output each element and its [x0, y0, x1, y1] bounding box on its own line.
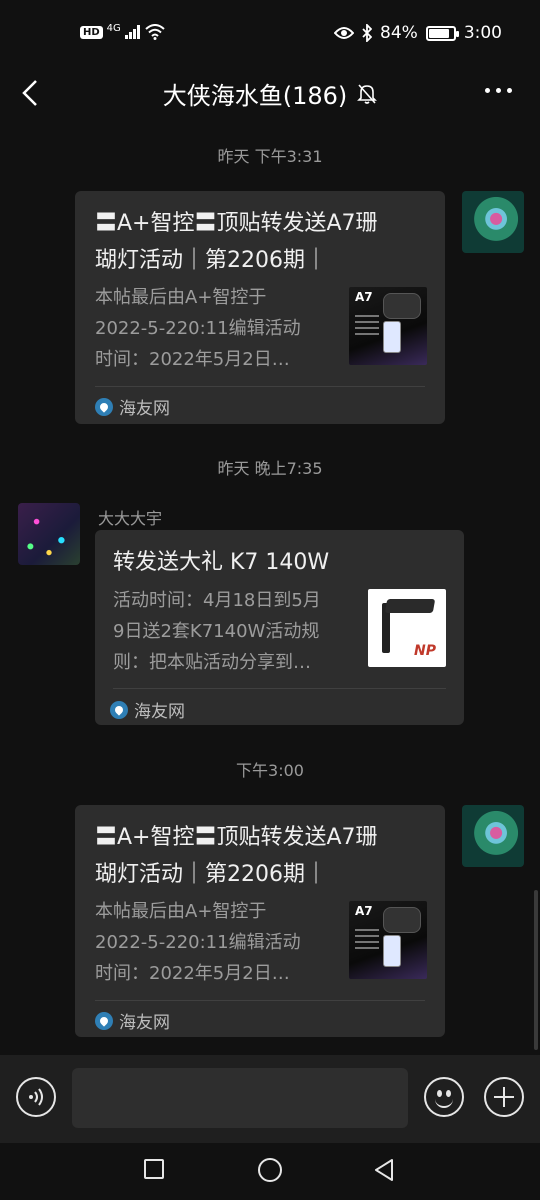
chat-header: 大侠海水鱼(186) [0, 68, 540, 118]
card-title: 转发送大礼 K7 140W [113, 550, 330, 575]
voice-icon [29, 1088, 43, 1106]
home-icon[interactable] [258, 1158, 282, 1182]
card-description: 本帖最后由A+智控于 2022-5-220:11编辑活动 时间：2022年5月2… [95, 287, 301, 370]
status-left: HD 4G [80, 22, 165, 40]
source-app-icon [95, 1011, 113, 1030]
thumbnail-label: A7 [355, 904, 373, 918]
source-app-icon [95, 397, 113, 416]
emoji-icon [435, 1099, 453, 1108]
thumbnail-label: NP [414, 643, 436, 659]
chat-title: 大侠海水鱼(186) [162, 82, 348, 110]
mute-bell-icon [357, 83, 378, 104]
message-timestamp: 昨天 晚上7:35 [217, 459, 323, 478]
emoji-button[interactable] [424, 1077, 464, 1117]
more-options-button[interactable] [485, 88, 512, 93]
message-timestamp: 下午3:00 [236, 761, 304, 780]
battery-percent: 84% [380, 23, 418, 43]
card-thumbnail: A7 [349, 901, 427, 979]
card-divider [113, 688, 446, 689]
avatar[interactable] [462, 191, 524, 253]
avatar[interactable] [462, 805, 524, 867]
battery-fill [428, 28, 449, 38]
message-input[interactable] [72, 1068, 408, 1128]
message-timestamp: 昨天 下午3:31 [217, 147, 323, 166]
system-nav-bar [0, 1143, 540, 1200]
plus-button[interactable] [484, 1077, 524, 1117]
link-card-message[interactable]: 〓A+智控〓顶贴转发送A7珊 瑚灯活动｜第2206期｜ 本帖最后由A+智控于 2… [75, 805, 445, 1037]
recent-apps-icon[interactable] [144, 1159, 164, 1179]
sender-name: 大大大宇 [98, 509, 163, 528]
more-dots-icon [485, 88, 490, 93]
link-card-message[interactable]: 转发送大礼 K7 140W 活动时间：4月18日到5月 9日送2套K7140W活… [95, 530, 464, 725]
card-thumbnail: NP [368, 589, 446, 667]
bluetooth-icon [362, 24, 373, 42]
card-description: 本帖最后由A+智控于 2022-5-220:11编辑活动 时间：2022年5月2… [95, 901, 301, 984]
card-divider [95, 1000, 425, 1001]
voice-button[interactable] [16, 1077, 56, 1117]
wifi-icon [145, 24, 165, 40]
chat-title-row: 大侠海水鱼(186) [0, 76, 540, 111]
thumbnail-label: A7 [355, 290, 373, 304]
card-source: 海友网 [95, 394, 170, 419]
card-title: 〓A+智控〓顶贴转发送A7珊 瑚灯活动｜第2206期｜ [95, 211, 378, 273]
back-icon[interactable] [372, 1157, 398, 1183]
status-right: 84% 3:00 [334, 23, 502, 43]
card-title: 〓A+智控〓顶贴转发送A7珊 瑚灯活动｜第2206期｜ [95, 825, 378, 887]
network-type: 4G [106, 22, 121, 34]
card-source: 海友网 [110, 697, 185, 722]
eye-icon [334, 27, 355, 39]
scrollbar[interactable] [534, 890, 538, 1050]
avatar[interactable] [18, 503, 80, 565]
card-divider [95, 386, 425, 387]
card-description: 活动时间：4月18日到5月 9日送2套K7140W活动规 则：把本贴活动分享到… [113, 590, 321, 673]
hd-badge: HD [80, 25, 103, 39]
source-app-icon [110, 700, 128, 719]
link-card-message[interactable]: 〓A+智控〓顶贴转发送A7珊 瑚灯活动｜第2206期｜ 本帖最后由A+智控于 2… [75, 191, 445, 424]
card-source: 海友网 [95, 1008, 170, 1033]
clock: 3:00 [463, 23, 502, 43]
input-bar [0, 1055, 540, 1143]
signal-icon [124, 25, 140, 39]
battery-icon [425, 25, 459, 41]
card-thumbnail: A7 [349, 287, 427, 365]
status-bar: HD 4G 84% 3:00 [0, 0, 540, 68]
